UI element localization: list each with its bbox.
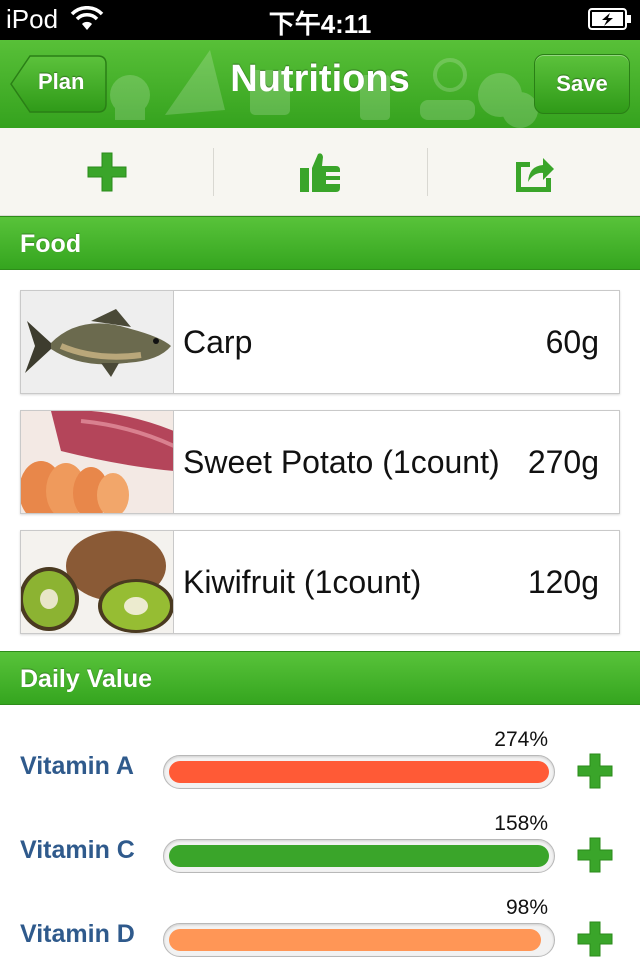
plus-icon xyxy=(87,152,126,192)
percent-label: 158% xyxy=(494,812,548,835)
add-button[interactable] xyxy=(0,128,213,216)
percent-label: 98% xyxy=(505,896,548,919)
sweet-potato-image xyxy=(21,411,174,513)
carp-fish-image xyxy=(21,291,174,393)
nutrient-label: Vitamin C xyxy=(20,836,135,864)
daily-value-row: Vitamin A 274% xyxy=(0,728,640,812)
progress-fill xyxy=(169,761,549,783)
food-section-header: Food xyxy=(0,216,640,270)
food-list-item[interactable]: Sweet Potato (1count) 270g xyxy=(20,410,620,514)
share-icon xyxy=(515,158,554,192)
progress-fill xyxy=(169,929,541,951)
food-section-title: Food xyxy=(20,230,82,258)
thumbs-up-icon xyxy=(299,153,340,192)
like-button[interactable] xyxy=(213,128,426,216)
progress-bar xyxy=(163,923,555,957)
food-amount: 60g xyxy=(545,323,599,360)
battery-charging-icon xyxy=(588,7,632,36)
food-name: Sweet Potato (1count) xyxy=(183,444,500,480)
nutrient-label: Vitamin A xyxy=(20,752,134,780)
food-amount: 270g xyxy=(527,443,599,480)
status-time: 下午4:11 xyxy=(268,9,372,39)
food-amount: 120g xyxy=(527,563,599,600)
nutritions-screen: iPod 下午4:11 Plan Nutritions Save Food Ca… xyxy=(0,0,640,960)
plus-icon xyxy=(577,753,613,789)
progress-bar xyxy=(163,839,555,873)
navigation-bar: Plan Nutritions Save xyxy=(0,40,640,128)
food-name: Carp xyxy=(183,324,253,360)
action-toolbar xyxy=(0,128,640,216)
add-nutrient-button[interactable] xyxy=(576,920,614,960)
progress-fill xyxy=(169,845,549,867)
daily-value-row: Vitamin C 158% xyxy=(0,812,640,896)
food-list-item[interactable]: Carp 60g xyxy=(20,290,620,394)
percent-label: 274% xyxy=(494,728,548,751)
food-list-item[interactable]: Kiwifruit (1count) 120g xyxy=(20,530,620,634)
save-button[interactable]: Save xyxy=(534,54,630,114)
daily-value-section-title: Daily Value xyxy=(20,665,153,693)
share-button[interactable] xyxy=(427,128,640,216)
daily-value-section-header: Daily Value xyxy=(0,651,640,705)
daily-value-row: Vitamin D 98% xyxy=(0,896,640,960)
nutrient-label: Vitamin D xyxy=(20,920,135,948)
progress-bar xyxy=(163,755,555,789)
add-nutrient-button[interactable] xyxy=(576,752,614,795)
kiwifruit-image xyxy=(21,531,174,633)
add-nutrient-button[interactable] xyxy=(576,836,614,879)
plus-icon xyxy=(577,921,613,957)
plus-icon xyxy=(577,837,613,873)
food-name: Kiwifruit (1count) xyxy=(183,564,422,600)
status-bar: iPod 下午4:11 xyxy=(0,0,640,40)
